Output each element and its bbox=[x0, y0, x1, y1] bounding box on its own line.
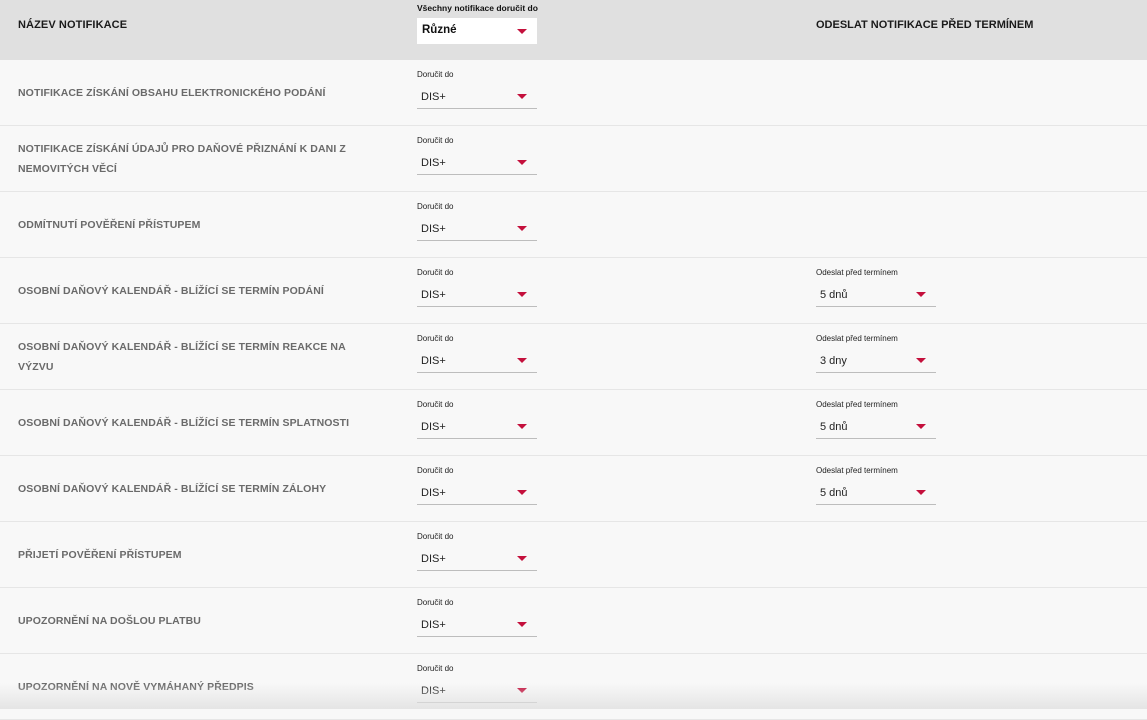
notification-name: UPOZORNĚNÍ NA DOŠLOU PLATBU bbox=[18, 614, 201, 627]
deliver-to-group: Doručit do DIS+ bbox=[417, 663, 537, 703]
deliver-to-group: Doručit do DIS+ bbox=[417, 531, 537, 571]
deliver-to-label: Doručit do bbox=[417, 400, 454, 409]
table-row: OSOBNÍ DAŇOVÝ KALENDÁŘ - BLÍŽÍCÍ SE TERM… bbox=[0, 258, 1147, 324]
deliver-to-value: DIS+ bbox=[421, 91, 446, 103]
send-before-group: Odeslat před termínem 3 dny bbox=[816, 333, 936, 373]
table-row: NOTIFIKACE ZÍSKÁNÍ OBSAHU ELEKTRONICKÉHO… bbox=[0, 60, 1147, 126]
deliver-to-select[interactable]: DIS+ bbox=[417, 613, 537, 637]
chevron-down-icon bbox=[517, 292, 527, 297]
deliver-to-value: DIS+ bbox=[421, 355, 446, 367]
send-before-label: Odeslat před termínem bbox=[816, 466, 898, 475]
chevron-down-icon bbox=[517, 622, 527, 627]
deliver-to-group: Doručit do DIS+ bbox=[417, 399, 537, 439]
send-before-value: 5 dnů bbox=[820, 487, 848, 499]
deliver-to-label: Doručit do bbox=[417, 334, 454, 343]
deliver-to-label: Doručit do bbox=[417, 136, 454, 145]
send-before-value: 5 dnů bbox=[820, 421, 848, 433]
deliver-to-group: Doručit do DIS+ bbox=[417, 135, 537, 175]
table-row: UPOZORNĚNÍ NA NOVĚ VYMÁHANÝ PŘEDPIS Doru… bbox=[0, 654, 1147, 720]
send-before-value: 5 dnů bbox=[820, 289, 848, 301]
deliver-to-label: Doručit do bbox=[417, 664, 454, 673]
notification-name: OSOBNÍ DAŇOVÝ KALENDÁŘ - BLÍŽÍCÍ SE TERM… bbox=[18, 340, 346, 373]
chevron-down-icon bbox=[517, 160, 527, 165]
notification-name: OSOBNÍ DAŇOVÝ KALENDÁŘ - BLÍŽÍCÍ SE TERM… bbox=[18, 482, 327, 495]
table-row: UPOZORNĚNÍ NA DOŠLOU PLATBU Doručit do D… bbox=[0, 588, 1147, 654]
chevron-down-icon bbox=[517, 688, 527, 693]
deliver-to-value: DIS+ bbox=[421, 157, 446, 169]
send-before-value: 3 dny bbox=[820, 355, 847, 367]
deliver-to-select[interactable]: DIS+ bbox=[417, 349, 537, 373]
deliver-to-group: Doručit do DIS+ bbox=[417, 333, 537, 373]
deliver-to-value: DIS+ bbox=[421, 289, 446, 301]
notification-name: OSOBNÍ DAŇOVÝ KALENDÁŘ - BLÍŽÍCÍ SE TERM… bbox=[18, 284, 324, 297]
chevron-down-icon bbox=[517, 556, 527, 561]
send-before-group: Odeslat před termínem 5 dnů bbox=[816, 399, 936, 439]
column-header-name: NÁZEV NOTIFIKACE bbox=[18, 19, 128, 31]
deliver-to-label: Doručit do bbox=[417, 268, 454, 277]
column-header-deadline: ODESLAT NOTIFIKACE PŘED TERMÍNEM bbox=[816, 19, 1034, 31]
deliver-to-value: DIS+ bbox=[421, 223, 446, 235]
send-before-label: Odeslat před termínem bbox=[816, 400, 898, 409]
notification-name: NOTIFIKACE ZÍSKÁNÍ OBSAHU ELEKTRONICKÉHO… bbox=[18, 86, 326, 99]
table-row: OSOBNÍ DAŇOVÝ KALENDÁŘ - BLÍŽÍCÍ SE TERM… bbox=[0, 324, 1147, 390]
send-before-select[interactable]: 3 dny bbox=[816, 349, 936, 373]
chevron-down-icon bbox=[517, 94, 527, 99]
chevron-down-icon bbox=[916, 490, 926, 495]
deliver-to-select[interactable]: DIS+ bbox=[417, 547, 537, 571]
all-deliver-label: Všechny notifikace doručit do bbox=[417, 3, 538, 13]
chevron-down-icon bbox=[916, 424, 926, 429]
deliver-to-value: DIS+ bbox=[421, 421, 446, 433]
deliver-to-value: DIS+ bbox=[421, 685, 446, 697]
deliver-to-group: Doručit do DIS+ bbox=[417, 201, 537, 241]
table-row: OSOBNÍ DAŇOVÝ KALENDÁŘ - BLÍŽÍCÍ SE TERM… bbox=[0, 456, 1147, 522]
chevron-down-icon bbox=[517, 29, 527, 34]
deliver-to-select[interactable]: DIS+ bbox=[417, 415, 537, 439]
chevron-down-icon bbox=[916, 292, 926, 297]
all-deliver-value: Různé bbox=[422, 24, 457, 36]
deliver-to-select[interactable]: DIS+ bbox=[417, 151, 537, 175]
deliver-to-select[interactable]: DIS+ bbox=[417, 283, 537, 307]
notification-name: PŘIJETÍ POVĚŘENÍ PŘÍSTUPEM bbox=[18, 548, 182, 561]
chevron-down-icon bbox=[517, 490, 527, 495]
send-before-select[interactable]: 5 dnů bbox=[816, 283, 936, 307]
table-row: OSOBNÍ DAŇOVÝ KALENDÁŘ - BLÍŽÍCÍ SE TERM… bbox=[0, 390, 1147, 456]
send-before-label: Odeslat před termínem bbox=[816, 268, 898, 277]
chevron-down-icon bbox=[916, 358, 926, 363]
send-before-group: Odeslat před termínem 5 dnů bbox=[816, 465, 936, 505]
deliver-to-group: Doručit do DIS+ bbox=[417, 597, 537, 637]
chevron-down-icon bbox=[517, 358, 527, 363]
send-before-select[interactable]: 5 dnů bbox=[816, 415, 936, 439]
send-before-group: Odeslat před termínem 5 dnů bbox=[816, 267, 936, 307]
table-row: ODMÍTNUTÍ POVĚŘENÍ PŘÍSTUPEM Doručit do … bbox=[0, 192, 1147, 258]
deliver-to-select[interactable]: DIS+ bbox=[417, 217, 537, 241]
deliver-to-label: Doručit do bbox=[417, 466, 454, 475]
table-row: PŘIJETÍ POVĚŘENÍ PŘÍSTUPEM Doručit do DI… bbox=[0, 522, 1147, 588]
deliver-to-label: Doručit do bbox=[417, 70, 454, 79]
deliver-to-value: DIS+ bbox=[421, 553, 446, 565]
deliver-to-label: Doručit do bbox=[417, 532, 454, 541]
deliver-to-group: Doručit do DIS+ bbox=[417, 465, 537, 505]
notification-name: ODMÍTNUTÍ POVĚŘENÍ PŘÍSTUPEM bbox=[18, 218, 201, 231]
notification-list: NOTIFIKACE ZÍSKÁNÍ OBSAHU ELEKTRONICKÉHO… bbox=[0, 60, 1147, 720]
deliver-to-select[interactable]: DIS+ bbox=[417, 85, 537, 109]
deliver-to-value: DIS+ bbox=[421, 619, 446, 631]
deliver-to-label: Doručit do bbox=[417, 202, 454, 211]
deliver-to-select[interactable]: DIS+ bbox=[417, 481, 537, 505]
notification-name: UPOZORNĚNÍ NA NOVĚ VYMÁHANÝ PŘEDPIS bbox=[18, 680, 254, 693]
table-row: NOTIFIKACE ZÍSKÁNÍ ÚDAJŮ PRO DAŇOVÉ PŘIZ… bbox=[0, 126, 1147, 192]
send-before-label: Odeslat před termínem bbox=[816, 334, 898, 343]
send-before-select[interactable]: 5 dnů bbox=[816, 481, 936, 505]
chevron-down-icon bbox=[517, 424, 527, 429]
table-header: NÁZEV NOTIFIKACE Všechny notifikace doru… bbox=[0, 0, 1147, 60]
deliver-to-value: DIS+ bbox=[421, 487, 446, 499]
deliver-to-select[interactable]: DIS+ bbox=[417, 679, 537, 703]
chevron-down-icon bbox=[517, 226, 527, 231]
deliver-to-group: Doručit do DIS+ bbox=[417, 69, 537, 109]
notification-name: OSOBNÍ DAŇOVÝ KALENDÁŘ - BLÍŽÍCÍ SE TERM… bbox=[18, 416, 350, 429]
deliver-to-label: Doručit do bbox=[417, 598, 454, 607]
notification-name: NOTIFIKACE ZÍSKÁNÍ ÚDAJŮ PRO DAŇOVÉ PŘIZ… bbox=[18, 142, 346, 175]
all-deliver-select[interactable]: Různé bbox=[417, 18, 537, 44]
deliver-to-group: Doručit do DIS+ bbox=[417, 267, 537, 307]
